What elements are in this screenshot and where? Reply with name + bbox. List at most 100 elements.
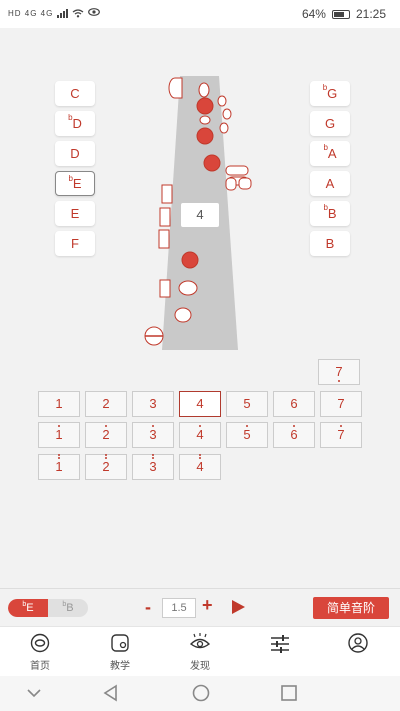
- note-high-2[interactable]: 2: [85, 422, 127, 448]
- nav-home[interactable]: 首页: [10, 633, 70, 672]
- key-button-left-3[interactable]: bE: [55, 171, 95, 196]
- note-high-1[interactable]: 1: [38, 422, 80, 448]
- sliders-icon: [271, 635, 289, 653]
- octave-dot: [340, 425, 342, 427]
- back-icon[interactable]: [102, 684, 120, 702]
- key-button-right-1[interactable]: G: [310, 111, 350, 136]
- speed-field[interactable]: 1.5: [162, 598, 196, 618]
- note-label: 1: [55, 396, 63, 411]
- octave-dot: [152, 425, 154, 427]
- key-button-right-4[interactable]: bB: [310, 201, 350, 226]
- hole-4-closed: [181, 251, 199, 269]
- key-button-left-1[interactable]: bD: [55, 111, 95, 136]
- note-label: 3: [149, 459, 157, 474]
- note-high-6[interactable]: 6: [273, 422, 315, 448]
- toggle-bb[interactable]: bB: [48, 599, 88, 617]
- nav-profile[interactable]: [328, 633, 388, 657]
- side-key-3: [219, 122, 229, 134]
- note-mid-6[interactable]: 6: [273, 391, 315, 417]
- octave-dot: [58, 454, 60, 456]
- speed-minus-button[interactable]: -: [145, 597, 151, 618]
- nav-teaching[interactable]: 教学: [90, 633, 150, 672]
- key-label: B: [325, 236, 335, 251]
- note-label: 1: [55, 459, 63, 474]
- note-highest-2[interactable]: 2: [85, 454, 127, 480]
- home-circle-icon[interactable]: [192, 684, 210, 702]
- note-label: 6: [290, 427, 298, 442]
- user-icon: [348, 633, 368, 653]
- octave-dot: [246, 425, 248, 427]
- note-label: 2: [102, 459, 110, 474]
- hole-6-open: [174, 307, 192, 323]
- note-high-5[interactable]: 5: [226, 422, 268, 448]
- speed-plus-button[interactable]: +: [202, 595, 213, 616]
- key-cluster-3: [225, 177, 237, 191]
- note-label: 7: [335, 364, 343, 379]
- note-mid-3[interactable]: 3: [132, 391, 174, 417]
- note-mid-2[interactable]: 2: [85, 391, 127, 417]
- note-high-7[interactable]: 7: [320, 422, 362, 448]
- note-highest-3[interactable]: 3: [132, 454, 174, 480]
- octave-dot: [199, 457, 201, 459]
- note-high-3[interactable]: 3: [132, 422, 174, 448]
- hole-1-closed: [196, 97, 214, 115]
- octave-dot: [199, 454, 201, 456]
- note-highest-4[interactable]: 4: [179, 454, 221, 480]
- network-indicator: HD 4G 4G: [8, 8, 54, 18]
- note-label: 3: [149, 427, 157, 442]
- nav-settings[interactable]: [250, 633, 310, 657]
- status-left: HD 4G 4G: [8, 8, 101, 18]
- key-label: A: [325, 176, 335, 191]
- degree-indicator: 4: [181, 203, 219, 227]
- clock: 21:25: [355, 7, 386, 21]
- note-mid-5[interactable]: 5: [226, 391, 268, 417]
- note-high-4[interactable]: 4: [179, 422, 221, 448]
- toggle-eb[interactable]: bE: [8, 599, 48, 617]
- note-label: 3: [149, 396, 157, 411]
- eye-comfort-icon: [88, 8, 101, 18]
- key-label: D: [72, 116, 82, 131]
- teaching-icon: [111, 634, 129, 652]
- hole-2-closed: [196, 127, 214, 145]
- key-button-right-3[interactable]: A: [310, 171, 350, 196]
- octave-dot: [58, 457, 60, 459]
- hole-3-closed: [203, 154, 221, 172]
- key-button-right-5[interactable]: B: [310, 231, 350, 256]
- battery-icon: [331, 9, 350, 19]
- octave-dot: [199, 425, 201, 427]
- chevron-down-icon[interactable]: [26, 687, 42, 699]
- recents-icon[interactable]: [280, 684, 298, 702]
- key-label: E: [70, 206, 80, 221]
- note-label: 2: [102, 427, 110, 442]
- note-mid-4[interactable]: 4: [179, 391, 221, 417]
- octave-dot: [338, 380, 340, 382]
- octave-dot: [58, 425, 60, 427]
- key-button-right-0[interactable]: bG: [310, 81, 350, 106]
- side-bar-2: [159, 207, 171, 227]
- key-button-left-0[interactable]: C: [55, 81, 95, 106]
- note-label: 1: [55, 427, 63, 442]
- note-label: 4: [196, 459, 204, 474]
- note-highest-1[interactable]: 1: [38, 454, 80, 480]
- note-mid-1[interactable]: 1: [38, 391, 80, 417]
- note-mid-7[interactable]: 7: [320, 391, 362, 417]
- battery-percent: 64%: [301, 7, 326, 21]
- key-button-right-2[interactable]: bA: [310, 141, 350, 166]
- key-cluster-4: [238, 177, 252, 190]
- note-label: 5: [243, 427, 251, 442]
- key-toggle[interactable]: bE bB: [8, 599, 88, 617]
- key-button-left-5[interactable]: F: [55, 231, 95, 256]
- note-low-7[interactable]: 7: [318, 359, 360, 385]
- key-label: C: [70, 86, 80, 101]
- nav-discover[interactable]: 发现: [170, 633, 230, 672]
- octave-dot: [105, 454, 107, 456]
- key-button-left-4[interactable]: E: [55, 201, 95, 226]
- simple-scale-button[interactable]: 简单音阶: [313, 597, 389, 619]
- play-icon[interactable]: [232, 600, 245, 614]
- key-label: B: [327, 206, 337, 221]
- note-label: 2: [102, 396, 110, 411]
- note-label: 7: [337, 396, 345, 411]
- thumb-hole: [198, 82, 210, 98]
- side-bar-4: [159, 279, 171, 298]
- key-button-left-2[interactable]: D: [55, 141, 95, 166]
